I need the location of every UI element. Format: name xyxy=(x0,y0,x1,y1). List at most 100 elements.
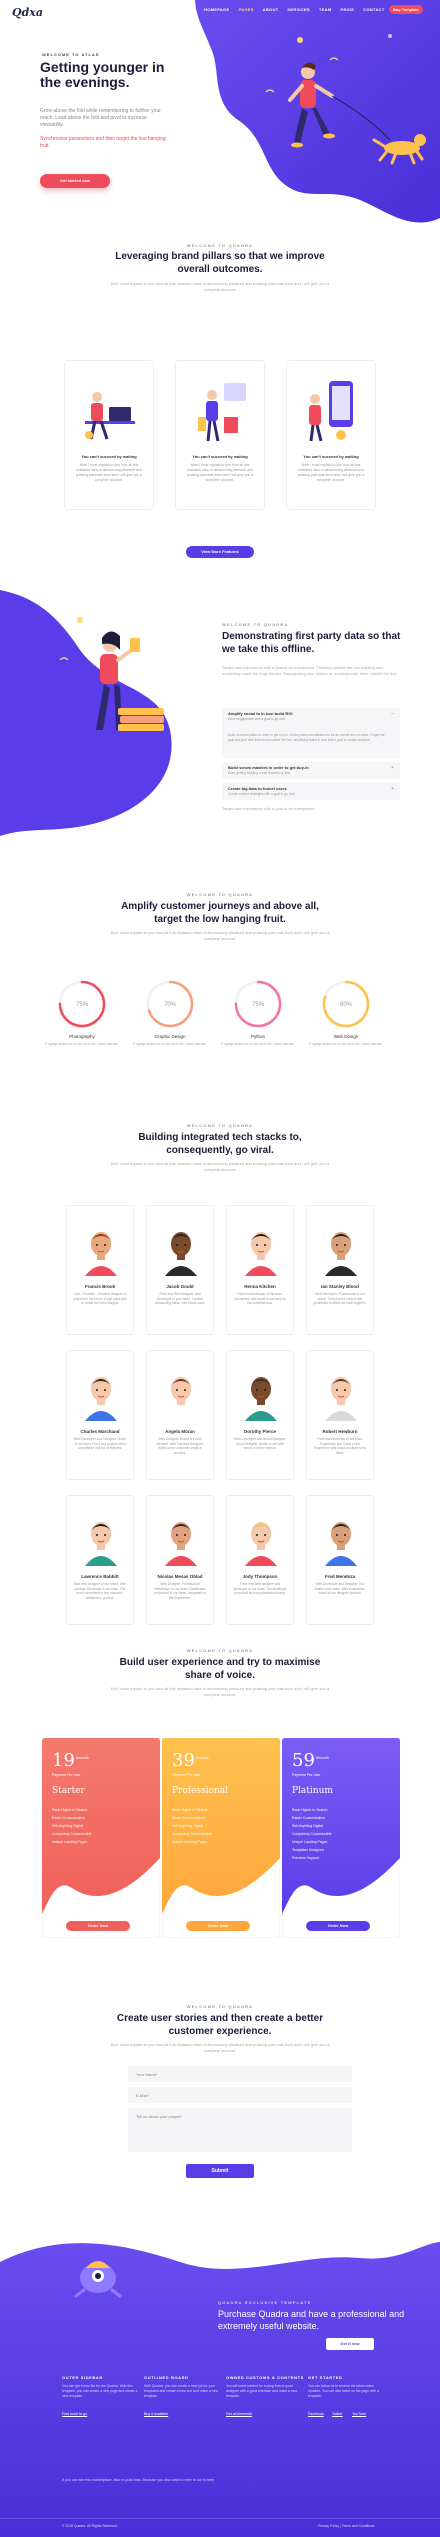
features-lead: But I must explain to you how all this m… xyxy=(110,281,330,292)
plan-price: 39 xyxy=(172,1750,195,1771)
team-lead: But I must explain to you how all this m… xyxy=(110,1161,330,1172)
facebook-link[interactable]: Facebook xyxy=(308,2412,324,2416)
team-member-card: Robert Hewburn Front end developer of ou… xyxy=(306,1350,374,1480)
hero-title: Getting younger in the evenings. xyxy=(40,59,165,90)
team-member-card: Jody Thompson Front end Web designer and… xyxy=(226,1495,294,1625)
footer-col-link[interactable]: Get all elements xyxy=(226,2412,252,2416)
plan-feature: Sell Anything Digital xyxy=(292,1824,323,1828)
nav-item-team[interactable]: TEAM xyxy=(319,7,332,12)
footer-col-title: GET STARTED xyxy=(308,2375,343,2380)
ring-text: Engage audience is the all of the utiliz… xyxy=(221,1042,295,1046)
team-member-card: Jacob Gould Front end Web designer, and … xyxy=(146,1205,214,1335)
expand-icon: + xyxy=(391,765,394,771)
team-member-card: Ian Stanley Blood Web Developer. Profess… xyxy=(306,1205,374,1335)
plan-period: Payment Per User xyxy=(292,1773,321,1777)
progress-ring: 70% xyxy=(146,980,194,1028)
footer-note: If you can see this marketplace, also re… xyxy=(62,2478,216,2482)
buy-template-button[interactable]: Buy Template xyxy=(389,5,423,14)
accordion-title: Create big data to funnel users xyxy=(228,786,287,791)
member-name: Angela Moran xyxy=(165,1429,195,1434)
avatar xyxy=(325,1522,357,1566)
order-now-button[interactable]: Order Now xyxy=(306,1921,370,1931)
hero-section: Qdxa HOMEPAGE PAGES ABOUT SERVICES TEAM … xyxy=(0,0,440,240)
team-member-card: Henna Kitchen Front end developer of the… xyxy=(226,1205,294,1335)
collapse-icon: − xyxy=(391,711,394,717)
progress-ring: 80% xyxy=(322,980,370,1028)
ring-value: 75% xyxy=(252,1002,265,1008)
plan-feature: Sell Anything Digital xyxy=(172,1824,203,1828)
plan-feature: Easier Customization xyxy=(52,1816,86,1820)
firstparty-footnote: Target user experience with a goal to be… xyxy=(222,806,316,811)
pricing-lead: But I must explain to you how all this m… xyxy=(110,1686,330,1697)
order-now-button[interactable]: Order Now xyxy=(66,1921,130,1931)
member-bio: Web Designer. Brand is a new element. We… xyxy=(156,1437,204,1455)
feature-card-title: You can't succeed by waiting xyxy=(192,454,248,459)
member-name: Fred Mendoza xyxy=(324,1574,356,1579)
plan-name: Professional xyxy=(172,1786,229,1796)
accordion-subtitle: Drive engagement with a goal to go viral… xyxy=(228,717,286,721)
team-member-card: Fred Mendoza Web Developer and Designer.… xyxy=(306,1495,374,1625)
plan-feature: Completely Customizable xyxy=(172,1832,212,1836)
plan-per: $/month xyxy=(76,1756,89,1760)
accordion-body: Build on brand pillars in order to get b… xyxy=(228,733,385,742)
footer-col-title: OUTLINED BOARD xyxy=(144,2375,189,2380)
footer-col-link[interactable]: Buy it available xyxy=(144,2412,168,2416)
member-name: Dorothy Pierce xyxy=(243,1429,276,1434)
nav-item-homepage[interactable]: HOMEPAGE xyxy=(204,7,229,12)
youtube-link[interactable]: YouTube xyxy=(352,2412,366,2416)
feature-card-3: You can't succeed by waiting Nam I must … xyxy=(286,360,376,510)
accordion-item[interactable]: Build scrum masters in order to get buy-… xyxy=(222,762,400,779)
pricing-card: 19 $/month Payment Per User Starter Rank… xyxy=(42,1738,160,1938)
member-bio: Front end developer of our team. Experie… xyxy=(314,1437,366,1455)
nav-item-pages[interactable]: PAGES xyxy=(238,7,253,12)
get-it-now-button[interactable]: Get it now xyxy=(326,2338,374,2350)
view-more-features-button[interactable]: View More Features xyxy=(186,546,254,558)
accordion-item-open[interactable]: Amplify social to in turn build ROI Driv… xyxy=(222,708,400,758)
email-input[interactable]: E-Mail* xyxy=(128,2087,352,2103)
accordion-subtitle: Create content strategies with a goal to… xyxy=(228,792,296,796)
plan-name: Starter xyxy=(52,1786,85,1796)
plan-period: Payment Per User xyxy=(172,1773,201,1777)
footer-col-text: You can get it best fits for the Quadra.… xyxy=(62,2384,138,2398)
features-kicker: WELCOME TO QUADRA xyxy=(186,243,254,248)
ring-label: Photography xyxy=(69,1034,95,1039)
footer-bottom-links[interactable]: Privacy Policy | Terms and Conditions xyxy=(318,2524,375,2528)
contact-title: Create user stories and then create a be… xyxy=(116,2013,324,2037)
team-member-card: Lawrence Babbitt Back end designer of ou… xyxy=(66,1495,134,1625)
footer-title: Purchase Quadra and have a professional … xyxy=(218,2309,405,2331)
nav-item-contact[interactable]: CONTACT xyxy=(363,7,384,12)
ring-text: Engage audience is the all of the utiliz… xyxy=(133,1042,207,1046)
avatar xyxy=(245,1377,277,1421)
expand-icon: + xyxy=(391,786,394,792)
plan-feature: Sell Anything Digital xyxy=(52,1824,83,1828)
name-input[interactable]: Your Name* xyxy=(128,2066,352,2082)
nav-item-about[interactable]: ABOUT xyxy=(263,7,279,12)
footer-col-link[interactable]: Find more to go xyxy=(62,2412,87,2416)
avatar xyxy=(85,1522,117,1566)
accordion-item[interactable]: Create big data to funnel users Create c… xyxy=(222,783,400,800)
ring-text: Engage audience is the all of the utiliz… xyxy=(309,1042,383,1046)
team-member-card: Dorothy Pierce Web Developer and Brand D… xyxy=(226,1350,294,1480)
twitter-link[interactable]: Twitter xyxy=(332,2412,343,2416)
progress-ring: 75% xyxy=(58,980,106,1028)
member-name: Jacob Gould xyxy=(166,1284,194,1289)
submit-button[interactable]: Submit xyxy=(186,2164,254,2178)
order-now-button[interactable]: Order Now xyxy=(186,1921,250,1931)
feature-card-text: Nam I must explain to you how all this m… xyxy=(75,463,143,482)
team-member-card: Francis Brook Cum - Founder - Creative d… xyxy=(66,1205,134,1335)
plan-price: 19 xyxy=(52,1750,75,1771)
get-started-button[interactable]: Get started now xyxy=(40,174,110,188)
nav-item-services[interactable]: SERVICES xyxy=(287,7,310,12)
avatar xyxy=(245,1232,277,1276)
member-bio: Web Developer and Designer. Our brand in… xyxy=(315,1582,365,1596)
site-logo[interactable]: Qdxa xyxy=(12,6,43,19)
plan-feature: Completely Customizable xyxy=(292,1832,332,1836)
page: Qdxa HOMEPAGE PAGES ABOUT SERVICES TEAM … xyxy=(0,0,440,2537)
plan-per: $/month xyxy=(316,1756,329,1760)
hero-kicker: WELCOME TO ATLAS xyxy=(42,52,100,57)
nav-item-price[interactable]: PRICE xyxy=(341,7,355,12)
member-bio: Front end Web designer, and Developer of… xyxy=(154,1292,206,1306)
avatar xyxy=(85,1232,117,1276)
message-textarea[interactable]: Tell us about your project* xyxy=(128,2108,352,2152)
stats-title: Amplify customer journeys and above all,… xyxy=(121,901,319,925)
